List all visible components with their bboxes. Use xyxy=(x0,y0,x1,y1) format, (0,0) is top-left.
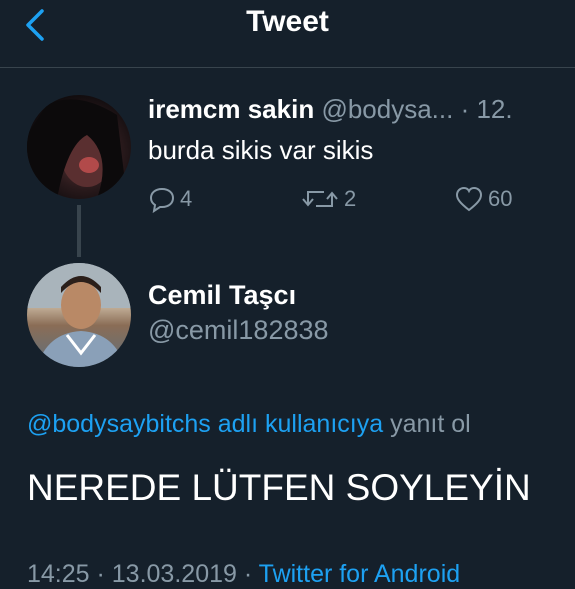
author-name[interactable]: iremcm sakin xyxy=(148,94,314,124)
reply-author-name[interactable]: Cemil Taşcı xyxy=(148,280,296,311)
avatar-photo xyxy=(27,99,127,199)
reply-author-handle[interactable]: @cemil182838 xyxy=(148,315,329,346)
like-icon xyxy=(455,186,483,212)
tweet-header: iremcm sakin @bodysa... · 12. xyxy=(148,93,513,125)
replying-to-link[interactable]: @bodysaybitchs adlı kullanıcıya xyxy=(27,410,383,438)
reply-text: NEREDE LÜTFEN SOYLEYİN xyxy=(27,467,531,508)
like-button[interactable]: 60 xyxy=(454,185,512,213)
reply-timestamp: 14:25 · 13.03.2019 · xyxy=(27,560,259,588)
avatar[interactable] xyxy=(27,263,131,367)
replying-to-suffix: yanıt ol xyxy=(383,410,471,438)
reply-count: 4 xyxy=(180,186,193,211)
header-bar: Tweet xyxy=(0,0,575,68)
client-link[interactable]: Twitter for Android xyxy=(259,560,460,588)
like-count: 60 xyxy=(488,186,513,211)
retweet-button[interactable]: 2 xyxy=(300,185,356,213)
tweet-time: · 12. xyxy=(460,94,513,124)
retweet-count: 2 xyxy=(344,186,357,211)
author-handle[interactable]: @bodysa... xyxy=(321,94,453,124)
reply-icon xyxy=(149,187,175,213)
retweet-icon xyxy=(302,191,338,207)
thread-line xyxy=(77,205,81,257)
avatar-photo xyxy=(27,263,131,367)
tweet-text: burda sikis var sikis xyxy=(148,135,374,165)
reply-button[interactable]: 4 xyxy=(148,185,192,213)
replying-to: @bodysaybitchs adlı kullanıcıya yanıt ol xyxy=(27,410,471,439)
avatar[interactable] xyxy=(27,95,131,199)
page-title: Tweet xyxy=(246,5,329,38)
